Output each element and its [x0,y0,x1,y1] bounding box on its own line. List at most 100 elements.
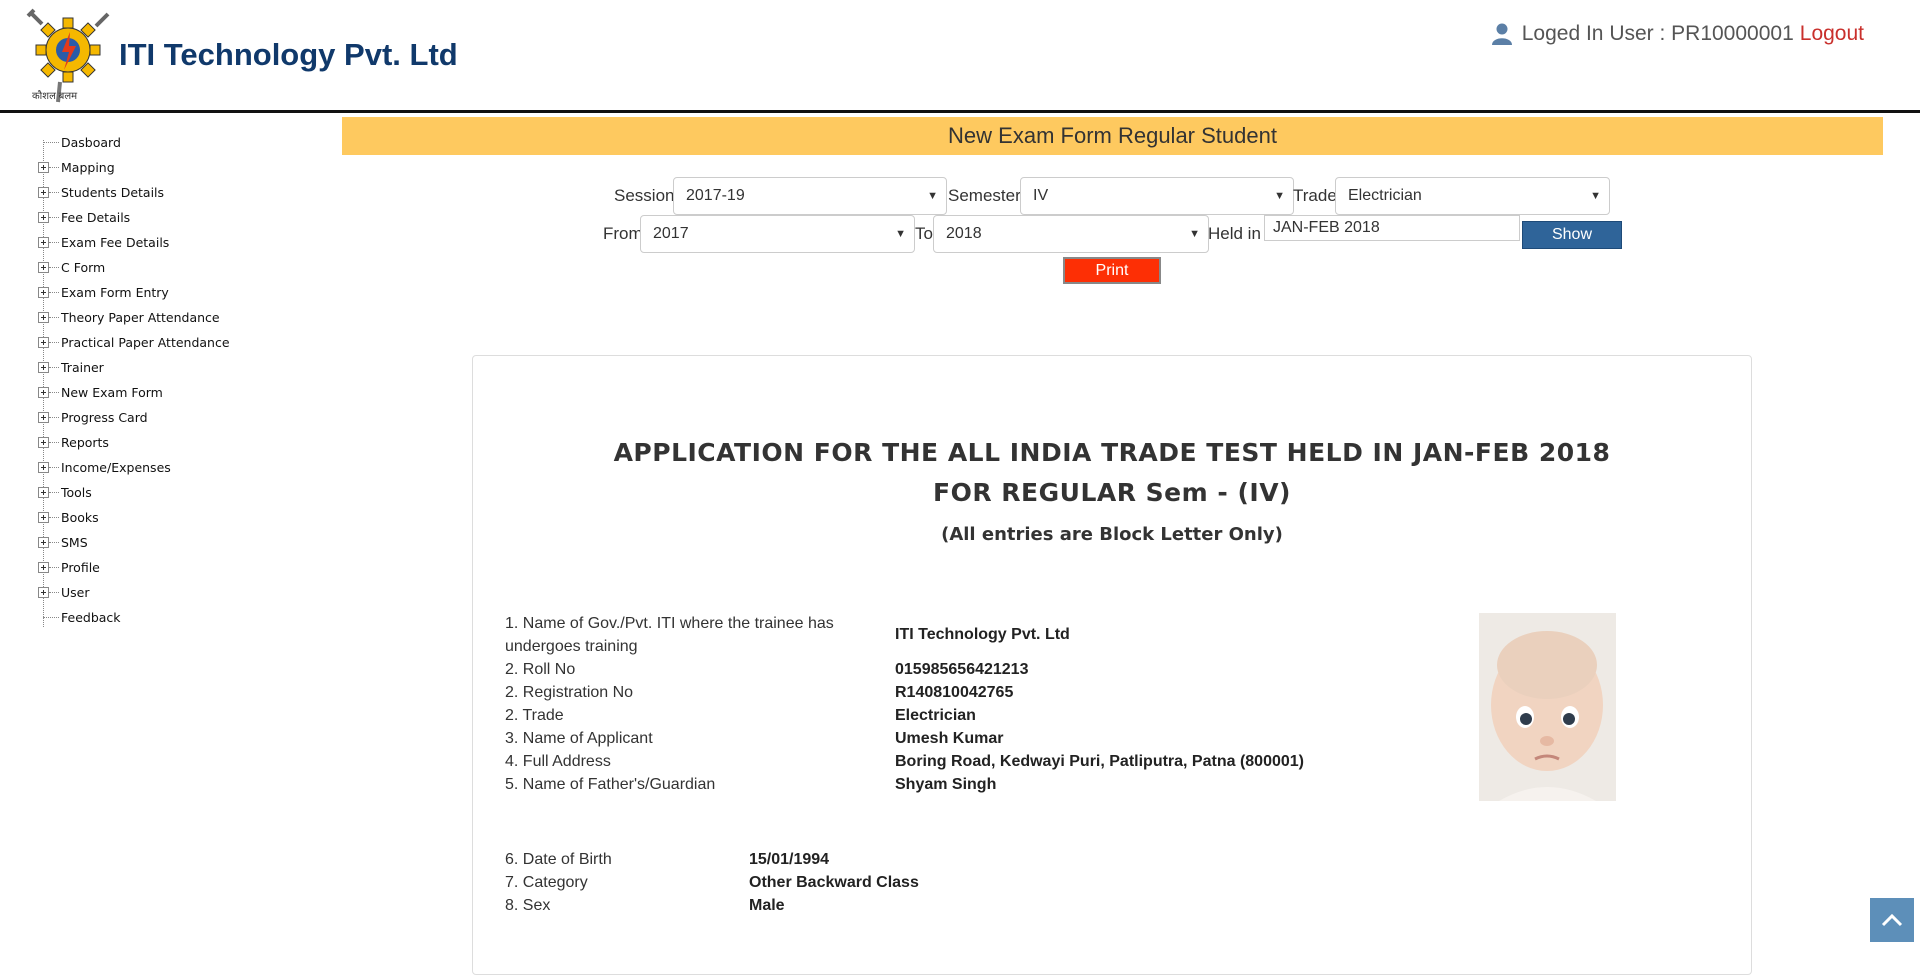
sidebar-item-practical-paper-attendance[interactable]: Practical Paper Attendance [34,330,334,355]
sidebar-item-label[interactable]: User [61,585,90,600]
field-label: 2. Trade [505,707,564,724]
sidebar-item-profile[interactable]: Profile [34,555,334,580]
field-label: 5. Name of Father's/Guardian [505,776,716,793]
trade-value: Electrician [1348,187,1422,204]
sidebar-item-label[interactable]: Tools [61,485,92,500]
user-info: Loged In User : PR10000001 Logout [1491,22,1864,46]
sidebar-item-label[interactable]: Reports [61,435,109,450]
field-value: Umesh Kumar [895,730,1004,747]
from-label: From [603,224,643,243]
from-select[interactable]: 2017 ▼ [640,215,915,253]
held-in-input[interactable]: JAN-FEB 2018 [1264,215,1520,241]
sidebar-item-mapping[interactable]: Mapping [34,155,334,180]
sidebar-item-c-form[interactable]: C Form [34,255,334,280]
sidebar-item-label[interactable]: Practical Paper Attendance [61,335,230,350]
sidebar-item-label[interactable]: Dasboard [61,135,121,150]
expand-plus-icon[interactable] [38,412,49,423]
expand-plus-icon[interactable] [38,487,49,498]
sidebar-item-reports[interactable]: Reports [34,430,334,455]
sidebar-item-label[interactable]: Feedback [61,610,121,625]
semester-label: Semester [948,186,1021,205]
sidebar-tree: Dasboard Mapping Students Details Fee Detai… [34,130,334,630]
sidebar-item-label[interactable]: Exam Form Entry [61,285,169,300]
sidebar-item-label[interactable]: Books [61,510,99,525]
sidebar-item-feedback[interactable]: Feedback [34,605,334,630]
sidebar-item-label[interactable]: Trainer [61,360,104,375]
sidebar-item-tools[interactable]: Tools [34,480,334,505]
expand-plus-icon[interactable] [38,387,49,398]
expand-plus-icon[interactable] [38,437,49,448]
tree-connector [49,517,59,518]
expand-plus-icon[interactable] [38,512,49,523]
scroll-to-top-button[interactable] [1870,898,1914,942]
expand-plus-icon[interactable] [38,162,49,173]
tree-connector [49,417,59,418]
sidebar-item-label[interactable]: Theory Paper Attendance [61,310,220,325]
brand-name: ITI Technology Pvt. Ltd [119,37,458,72]
expand-plus-icon[interactable] [38,587,49,598]
show-button[interactable]: Show [1522,221,1622,249]
sidebar-item-label[interactable]: Profile [61,560,100,575]
sidebar-item-new-exam-form[interactable]: New Exam Form [34,380,334,405]
sidebar-item-label[interactable]: SMS [61,535,88,550]
sidebar-item-user[interactable]: User [34,580,334,605]
chevron-down-icon: ▼ [895,228,906,240]
expand-plus-icon[interactable] [38,262,49,273]
held-in-label: Held in [1208,224,1261,243]
sidebar-item-fee-details[interactable]: Fee Details [34,205,334,230]
expand-plus-icon[interactable] [38,462,49,473]
expand-plus-icon[interactable] [38,362,49,373]
sidebar-item-exam-form-entry[interactable]: Exam Form Entry [34,280,334,305]
chevron-down-icon: ▼ [927,190,938,202]
to-select[interactable]: 2018 ▼ [933,215,1209,253]
tree-connector [43,617,59,618]
tree-connector [49,392,59,393]
tree-connector [49,317,59,318]
iti-logo: कौशल बलम [22,6,116,106]
expand-plus-icon[interactable] [38,312,49,323]
from-value: 2017 [653,225,689,242]
tree-connector [49,242,59,243]
field-label: 2. Roll No [505,661,576,678]
sidebar-item-label[interactable]: C Form [61,260,105,275]
sidebar-item-trainer[interactable]: Trainer [34,355,334,380]
expand-plus-icon[interactable] [38,337,49,348]
session-select[interactable]: 2017-19 ▼ [673,177,947,215]
to-value: 2018 [946,225,982,242]
sidebar-item-label[interactable]: Income/Expenses [61,460,171,475]
field-value: Boring Road, Kedwayi Puri, Patliputra, P… [895,753,1304,770]
sidebar-item-income-expenses[interactable]: Income/Expenses [34,455,334,480]
expand-plus-icon[interactable] [38,187,49,198]
expand-plus-icon[interactable] [38,562,49,573]
tree-connector [49,542,59,543]
expand-plus-icon[interactable] [38,212,49,223]
sidebar-item-label[interactable]: Students Details [61,185,164,200]
trade-select[interactable]: Electrician ▼ [1335,177,1610,215]
print-button[interactable]: Print [1063,257,1161,284]
field-value: R140810042765 [895,684,1014,701]
session-label: Session [614,186,675,205]
sidebar-item-label[interactable]: Progress Card [61,410,148,425]
sidebar-item-students-details[interactable]: Students Details [34,180,334,205]
semester-value: IV [1033,187,1049,204]
sidebar-item-dasboard[interactable]: Dasboard [34,130,334,155]
sidebar-item-label[interactable]: New Exam Form [61,385,163,400]
field-value: Shyam Singh [895,776,997,793]
sidebar-item-label[interactable]: Mapping [61,160,115,175]
logout-link[interactable]: Logout [1800,22,1864,46]
to-label: To [915,224,933,243]
sidebar-item-progress-card[interactable]: Progress Card [34,405,334,430]
semester-select[interactable]: IV ▼ [1020,177,1294,215]
field-label: 8. Sex [505,897,551,914]
sidebar-item-sms[interactable]: SMS [34,530,334,555]
sidebar-item-theory-paper-attendance[interactable]: Theory Paper Attendance [34,305,334,330]
tree-connector [49,367,59,368]
sidebar-item-books[interactable]: Books [34,505,334,530]
exam-application-form: APPLICATION FOR THE ALL INDIA TRADE TEST… [472,355,1752,975]
sidebar-item-exam-fee-details[interactable]: Exam Fee Details [34,230,334,255]
expand-plus-icon[interactable] [38,287,49,298]
sidebar-item-label[interactable]: Exam Fee Details [61,235,169,250]
sidebar-item-label[interactable]: Fee Details [61,210,130,225]
expand-plus-icon[interactable] [38,237,49,248]
expand-plus-icon[interactable] [38,537,49,548]
